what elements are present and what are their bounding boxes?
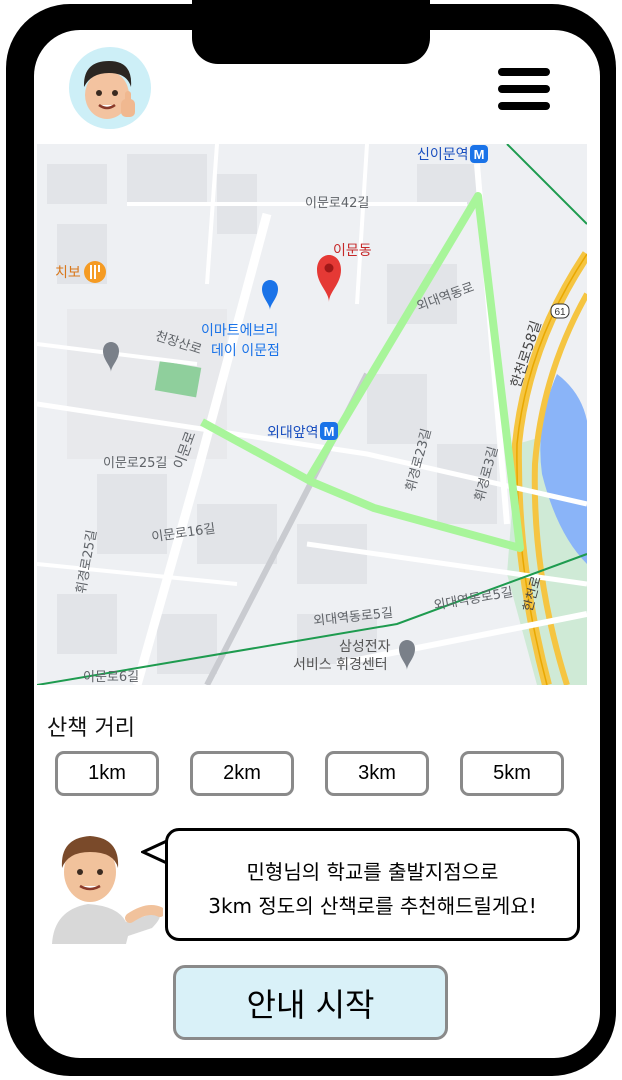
profile-avatar[interactable] [69,47,151,129]
map-label-poi: 데이 이문점 [211,343,280,359]
start-guidance-button[interactable]: 안내 시작 [173,965,448,1040]
memoji-icon [83,61,135,119]
map-view[interactable]: M M 61 신이문역 이문동 치보 이마트에브리 데이 이문점 외대앞역 외대… [37,144,587,685]
map-label-road: 이문로6길 [83,670,140,685]
svg-text:M: M [474,147,485,162]
map-label-neighborhood: 이문동 [333,243,372,259]
menu-icon[interactable] [498,68,550,110]
distance-5km-button[interactable]: 5km [460,751,564,796]
guide-message-line2: 3km 정도의 산책로를 추천해드릴게요! [208,894,537,918]
guide-message-line1: 민형님의 학교를 출발지점으로 [246,860,499,884]
distance-3km-button[interactable]: 3km [325,751,429,796]
svg-text:M: M [324,424,335,439]
map-label-poi: 이마트에브리 [201,323,279,339]
map-label-road: 이문로42길 [305,196,370,211]
map-label-poi: 치보 [55,265,81,281]
map-canvas: M M 61 [37,144,587,685]
service-icon [399,640,415,670]
map-label-poi: 서비스 휘경센터 [293,657,388,673]
notch [192,0,430,64]
map-label-station: 신이문역 [417,147,469,163]
map-label-poi: 삼성전자 [339,639,391,655]
speech-bubble: 민형님의 학교를 출발지점으로 3km 정도의 산책로를 추천해드릴게요! [165,828,580,941]
location-pin-icon [317,255,341,302]
distance-2km-button[interactable]: 2km [190,751,294,796]
distance-title: 산책 거리 [47,716,135,741]
guide-message: 민형님의 학교를 출발지점으로 3km 정도의 산책로를 추천해드릴게요! [168,855,577,923]
shop-icon [262,280,278,310]
map-label-road: 이문로25길 [103,456,168,471]
svg-text:61: 61 [554,307,566,318]
distance-1km-button[interactable]: 1km [55,751,159,796]
map-label-station: 외대앞역 [267,425,319,441]
